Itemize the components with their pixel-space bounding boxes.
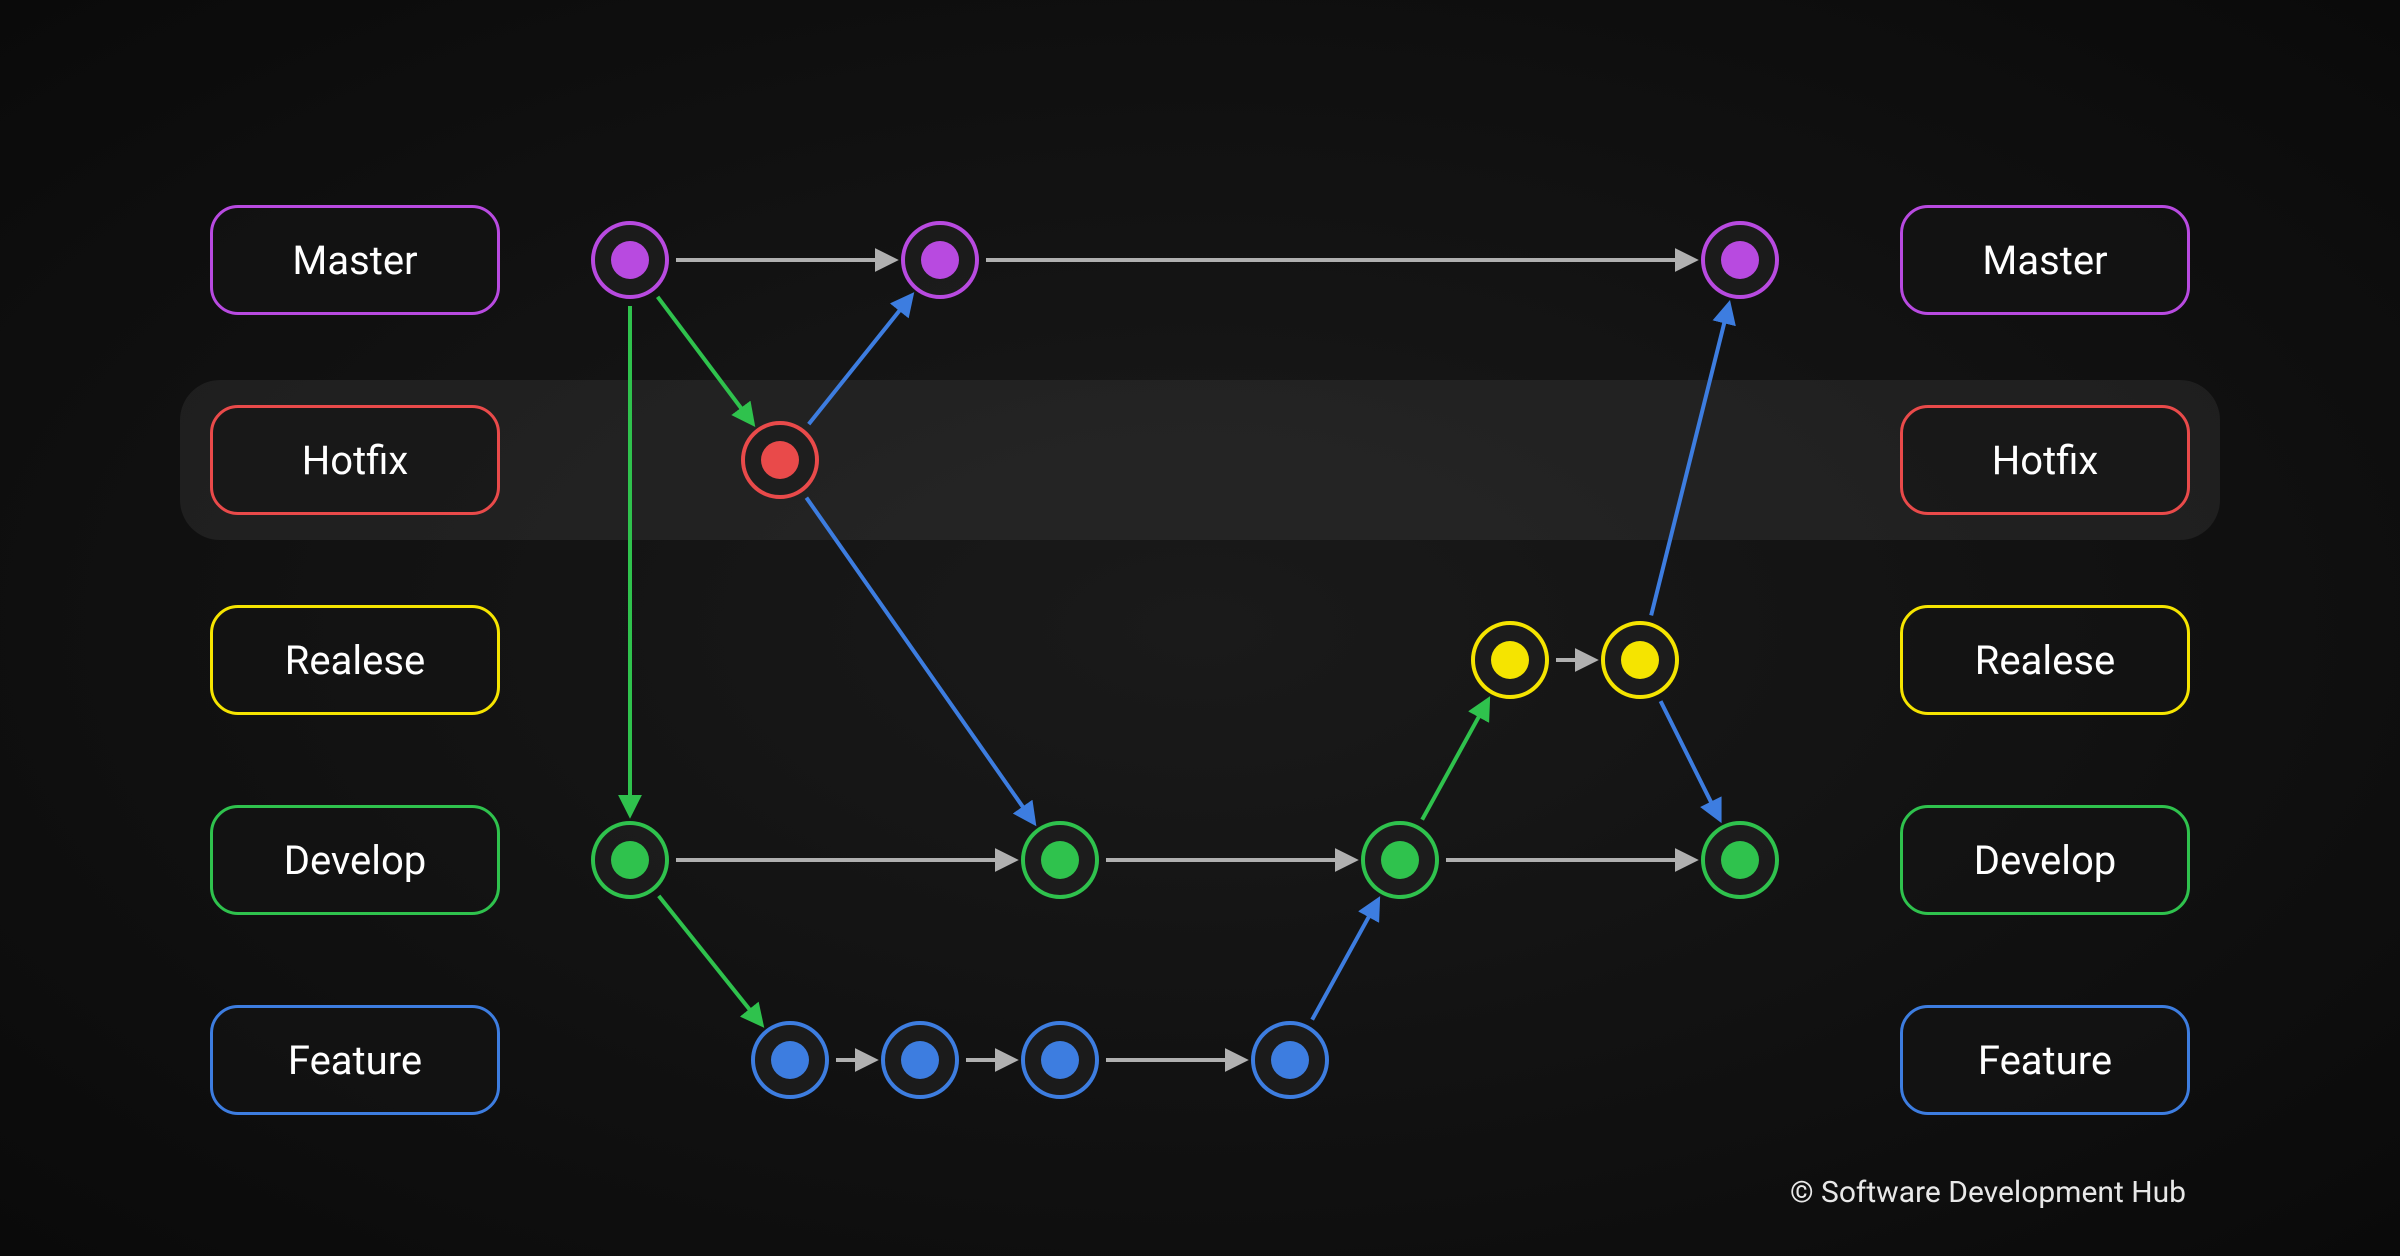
commit-d3 [1361, 821, 1439, 899]
commit-f4-dot [1271, 1041, 1309, 1079]
commit-d4-dot [1721, 841, 1759, 879]
commit-d2-dot [1041, 841, 1079, 879]
copyright-text: © Software Development Hub [1790, 1175, 2186, 1210]
commit-h1 [741, 421, 819, 499]
branch-label-text: Develop [1974, 837, 2117, 884]
commit-d1-dot [611, 841, 649, 879]
edge-d1-f1 [659, 896, 762, 1024]
branch-label-release-left: Realese [210, 605, 500, 715]
commit-d3-dot [1381, 841, 1419, 879]
commit-d4 [1701, 821, 1779, 899]
gitflow-diagram: Master Master Hotfix Hotfix Realese Realese De… [0, 0, 2400, 1256]
commit-r2-dot [1621, 641, 1659, 679]
commit-f3 [1021, 1021, 1099, 1099]
commit-r1-dot [1491, 641, 1529, 679]
commit-m1-dot [611, 241, 649, 279]
commit-d1 [591, 821, 669, 899]
commit-h1-dot [761, 441, 799, 479]
commit-r2 [1601, 621, 1679, 699]
commit-m2 [901, 221, 979, 299]
commit-m1 [591, 221, 669, 299]
commit-m2-dot [921, 241, 959, 279]
branch-label-text: Master [292, 237, 417, 284]
branch-label-text: Develop [284, 837, 427, 884]
branch-label-feature-right: Feature [1900, 1005, 2190, 1115]
branch-label-master-right: Master [1900, 205, 2190, 315]
branch-label-master-left: Master [210, 205, 500, 315]
branch-label-text: Feature [1978, 1037, 2112, 1084]
commit-m3 [1701, 221, 1779, 299]
commit-f1-dot [771, 1041, 809, 1079]
branch-label-hotfix-left: Hotfix [210, 405, 500, 515]
commit-f4 [1251, 1021, 1329, 1099]
commit-f3-dot [1041, 1041, 1079, 1079]
branch-label-text: Master [1982, 237, 2107, 284]
edge-f4-d3 [1312, 900, 1378, 1019]
branch-label-text: Realese [285, 637, 425, 684]
edge-r2-d4 [1661, 701, 1720, 819]
edge-d3-r1 [1422, 700, 1488, 819]
branch-label-feature-left: Feature [210, 1005, 500, 1115]
commit-f1 [751, 1021, 829, 1099]
branch-label-text: Hotfix [302, 437, 408, 484]
branch-label-develop-left: Develop [210, 805, 500, 915]
branch-label-text: Realese [1975, 637, 2115, 684]
commit-m3-dot [1721, 241, 1759, 279]
branch-label-develop-right: Develop [1900, 805, 2190, 915]
commit-f2 [881, 1021, 959, 1099]
edge-h1-d2 [806, 498, 1033, 823]
branch-label-text: Feature [288, 1037, 422, 1084]
branch-label-text: Hotfix [1992, 437, 2098, 484]
commit-f2-dot [901, 1041, 939, 1079]
branch-label-hotfix-right: Hotfix [1900, 405, 2190, 515]
branch-label-release-right: Realese [1900, 605, 2190, 715]
commit-r1 [1471, 621, 1549, 699]
commit-d2 [1021, 821, 1099, 899]
